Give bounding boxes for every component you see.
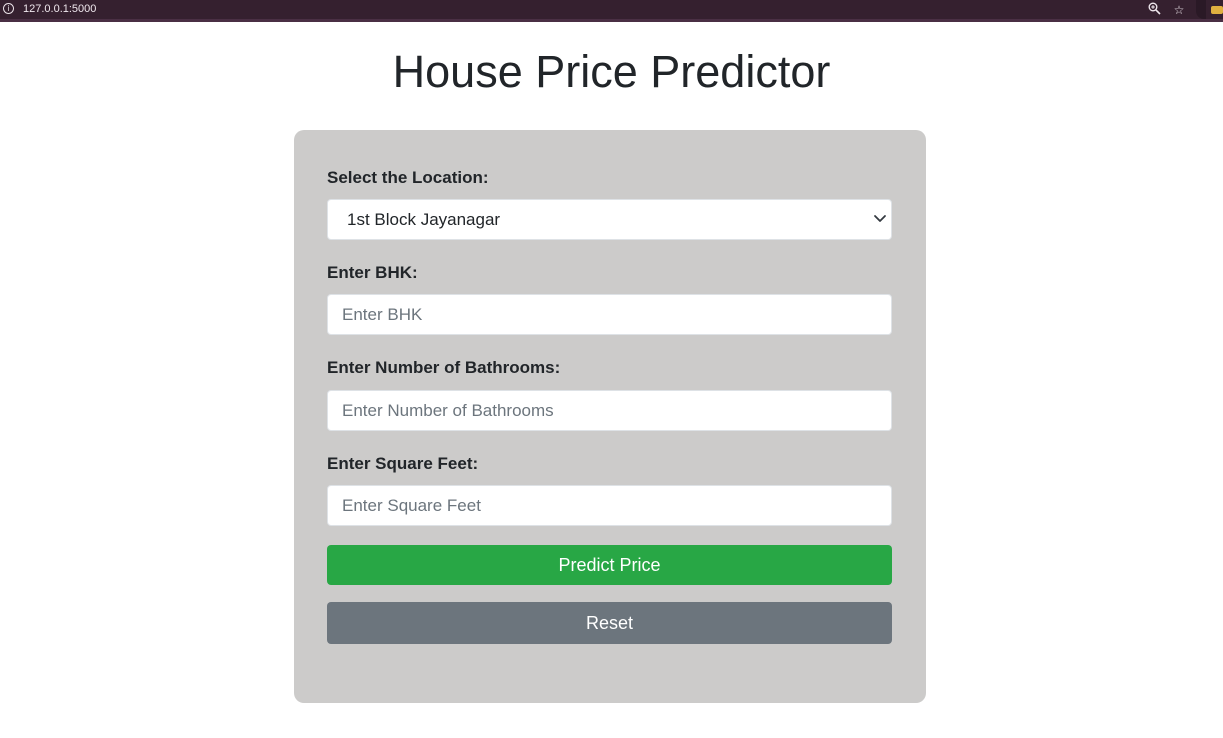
zoom-icon-graphic: [1148, 2, 1161, 15]
sqft-input[interactable]: Enter Square Feet: [327, 485, 892, 526]
browser-toolbar: i 127.0.0.1:5000 ☆: [0, 0, 1223, 22]
bathrooms-input[interactable]: Enter Number of Bathrooms: [327, 390, 892, 431]
url-text[interactable]: 127.0.0.1:5000: [23, 3, 96, 15]
bathrooms-label: Enter Number of Bathrooms:: [327, 358, 561, 377]
zoom-icon[interactable]: [1146, 2, 1162, 18]
toolbar-divider: [1196, 0, 1206, 19]
page-title: House Price Predictor: [392, 46, 831, 97]
location-label: Select the Location:: [327, 168, 489, 187]
reset-button[interactable]: Reset: [327, 602, 892, 644]
chevron-down-icon: [874, 215, 886, 222]
sqft-placeholder: Enter Square Feet: [342, 496, 481, 515]
bhk-placeholder: Enter BHK: [342, 305, 423, 324]
predict-price-button[interactable]: Predict Price: [327, 545, 892, 585]
bathrooms-placeholder: Enter Number of Bathrooms: [342, 401, 554, 420]
location-selected-value: 1st Block Jayanagar: [347, 210, 501, 229]
prediction-form: Select the Location: 1st Block Jayanagar…: [294, 130, 926, 703]
bookmark-star-icon[interactable]: ☆: [1171, 2, 1187, 18]
bhk-input[interactable]: Enter BHK: [327, 294, 892, 335]
bhk-label: Enter BHK:: [327, 263, 418, 282]
sqft-label: Enter Square Feet:: [327, 454, 479, 473]
site-info-icon[interactable]: i: [3, 3, 14, 14]
location-select[interactable]: 1st Block Jayanagar: [327, 199, 892, 240]
extension-icon[interactable]: [1211, 6, 1223, 14]
